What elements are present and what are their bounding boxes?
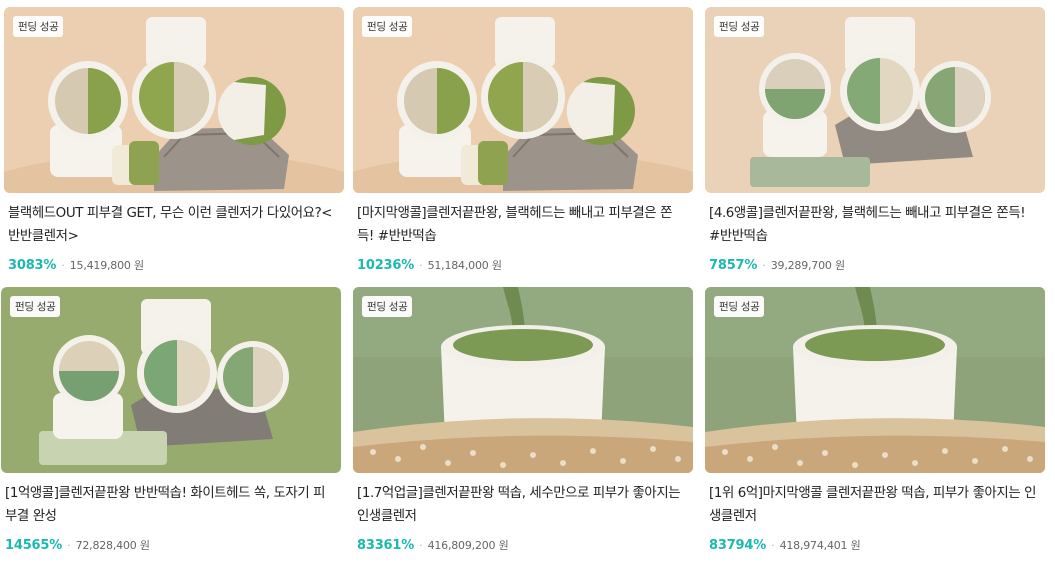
separator: · (762, 259, 766, 272)
achievement-rate: 10236% (357, 258, 415, 273)
product-thumbnail[interactable]: 펀딩 성공 (1, 287, 341, 473)
achievement-rate: 83794% (709, 538, 767, 553)
product-thumbnail[interactable]: 펀딩 성공 (705, 7, 1045, 193)
product-thumbnail[interactable]: 펀딩 성공 (353, 287, 693, 473)
funded-amount: 39,289,700 원 (770, 259, 845, 272)
project-title[interactable]: 블랙헤드OUT 피부결 GET, 무슨 이런 클렌저가 다있어요?<반반클렌저> (8, 202, 338, 248)
funding-stats: 7857% · 39,289,700 원 (709, 254, 1045, 273)
funding-success-badge: 펀딩 성공 (10, 296, 61, 317)
separator: · (419, 539, 423, 552)
funded-amount: 416,809,200 원 (427, 539, 509, 552)
product-thumbnail[interactable]: 펀딩 성공 (4, 7, 344, 193)
funded-amount: 72,828,400 원 (75, 539, 150, 552)
project-card[interactable]: 펀딩 성공 [1억앵콜]클렌저끝판왕 반반떡솝! 화이트헤드 쏙, 도자기 피부… (1, 287, 341, 553)
project-title[interactable]: [마지막앵콜]클렌저끝판왕, 블랙헤드는 빼내고 피부결은 쫀득! #반반떡솝 (357, 202, 687, 248)
funding-success-badge: 펀딩 성공 (714, 296, 765, 317)
achievement-rate: 83361% (357, 538, 415, 553)
funding-success-badge: 펀딩 성공 (13, 16, 64, 37)
funding-stats: 3083% · 15,419,800 원 (8, 254, 344, 273)
funded-amount: 15,419,800 원 (69, 259, 144, 272)
funding-success-badge: 펀딩 성공 (362, 16, 413, 37)
funding-success-badge: 펀딩 성공 (714, 16, 765, 37)
product-thumbnail[interactable]: 펀딩 성공 (353, 7, 693, 193)
achievement-rate: 3083% (8, 258, 57, 273)
project-card[interactable]: 펀딩 성공 [마지막앵콜]클렌저끝판왕, 블랙헤드는 빼내고 피부결은 쫀득! … (353, 7, 693, 273)
separator: · (61, 259, 65, 272)
project-card[interactable]: 펀딩 성공 블랙헤드OUT 피부결 GET, 무슨 이런 클렌저가 다있어요?<… (4, 7, 344, 273)
project-title[interactable]: [1위 6억]마지막앵콜 클렌저끝판왕 떡솝, 피부가 좋아지는 인생클렌저 (709, 482, 1039, 528)
project-card[interactable]: 펀딩 성공 [1.7억업글]클렌저끝판왕 떡솝, 세수만으로 피부가 좋아지는 … (353, 287, 693, 553)
funding-stats: 14565% · 72,828,400 원 (5, 534, 341, 553)
project-title[interactable]: [1.7억업글]클렌저끝판왕 떡솝, 세수만으로 피부가 좋아지는 인생클렌저 (357, 482, 687, 528)
project-card[interactable]: 펀딩 성공 [4.6앵콜]클렌저끝판왕, 블랙헤드는 빼내고 피부결은 쫀득! … (705, 7, 1045, 273)
separator: · (67, 539, 71, 552)
funded-amount: 51,184,000 원 (427, 259, 502, 272)
project-title[interactable]: [4.6앵콜]클렌저끝판왕, 블랙헤드는 빼내고 피부결은 쫀득! #반반떡솝 (709, 202, 1039, 248)
project-grid: 펀딩 성공 블랙헤드OUT 피부결 GET, 무슨 이런 클렌저가 다있어요?<… (0, 0, 1055, 571)
funded-amount: 418,974,401 원 (779, 539, 861, 552)
funding-stats: 83794% · 418,974,401 원 (709, 534, 1045, 553)
funding-success-badge: 펀딩 성공 (362, 296, 413, 317)
product-thumbnail[interactable]: 펀딩 성공 (705, 287, 1045, 473)
separator: · (419, 259, 423, 272)
project-card[interactable]: 펀딩 성공 [1위 6억]마지막앵콜 클렌저끝판왕 떡솝, 피부가 좋아지는 인… (705, 287, 1045, 553)
funding-stats: 10236% · 51,184,000 원 (357, 254, 693, 273)
achievement-rate: 14565% (5, 538, 63, 553)
achievement-rate: 7857% (709, 258, 758, 273)
funding-stats: 83361% · 416,809,200 원 (357, 534, 693, 553)
separator: · (771, 539, 775, 552)
project-title[interactable]: [1억앵콜]클렌저끝판왕 반반떡솝! 화이트헤드 쏙, 도자기 피부결 완성 (5, 482, 335, 528)
